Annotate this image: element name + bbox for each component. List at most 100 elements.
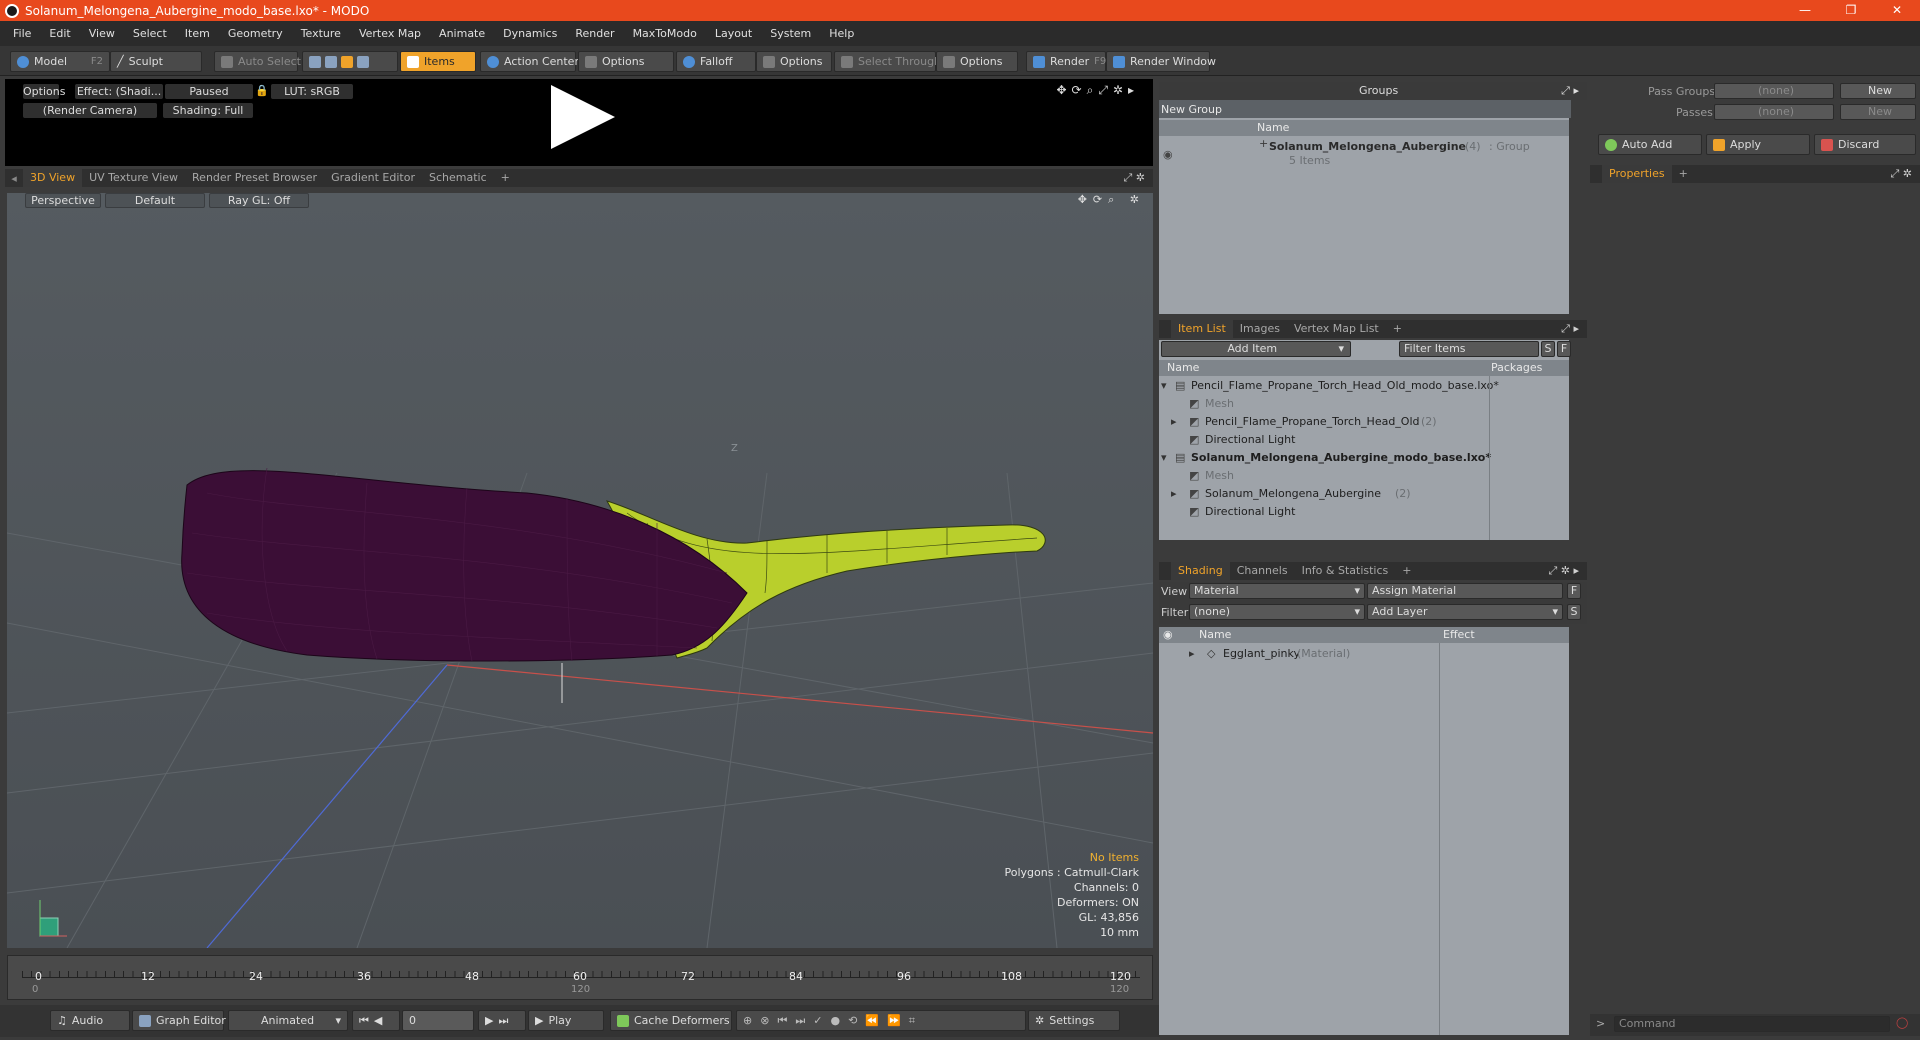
- minimize-icon[interactable]: —: [1782, 0, 1828, 21]
- raygl-dropdown[interactable]: Ray GL: Off: [209, 193, 309, 208]
- tab-images[interactable]: Images: [1233, 320, 1287, 338]
- prev-key-icon[interactable]: ⏮: [777, 1014, 787, 1028]
- filter-s-button[interactable]: S: [1541, 341, 1555, 357]
- itemlist-expand-icon[interactable]: ⤢ ▸: [1561, 322, 1579, 336]
- select-through-button[interactable]: Select Through: [834, 51, 941, 72]
- audio-button[interactable]: ♫ Audio: [50, 1010, 130, 1031]
- effect-dropdown[interactable]: Effect: (Shadi...: [75, 84, 163, 99]
- apply-button[interactable]: Apply: [1706, 134, 1810, 155]
- 3d-viewport[interactable]: Z Perspective Default Ray GL: Off ✥⟳⌕ ✲ …: [7, 193, 1153, 948]
- action-center-button[interactable]: Action Center: [480, 51, 579, 72]
- menu-select[interactable]: Select: [124, 27, 176, 40]
- settings-button[interactable]: ✲ Settings: [1028, 1010, 1120, 1031]
- sculpt-button[interactable]: ╱ Sculpt: [110, 51, 202, 72]
- viewport-settings-icon[interactable]: ⤢ ✲: [1123, 171, 1145, 185]
- new-group-button[interactable]: New Group: [1161, 103, 1222, 116]
- pass-groups-dropdown[interactable]: (none): [1714, 83, 1834, 99]
- polygons-mode-icon[interactable]: [341, 55, 353, 68]
- command-stop-icon[interactable]: ◯: [1896, 1016, 1908, 1029]
- render-camera-dropdown[interactable]: (Render Camera): [23, 103, 157, 118]
- tab-item-list[interactable]: Item List: [1171, 320, 1233, 338]
- render-button[interactable]: Render F9: [1026, 51, 1106, 72]
- add-item-dropdown[interactable]: Add Item ▾: [1161, 341, 1351, 357]
- action-center-options-button[interactable]: Options: [578, 51, 674, 72]
- groups-expand-icon[interactable]: ⤢ ▸: [1561, 84, 1579, 98]
- assign-material-button[interactable]: Assign Material: [1367, 583, 1563, 599]
- menu-view[interactable]: View: [80, 27, 124, 40]
- properties-expand-icon[interactable]: ⤢ ✲: [1890, 167, 1912, 181]
- menu-file[interactable]: File: [4, 27, 40, 40]
- lock-icon[interactable]: 🔒: [255, 84, 269, 97]
- discard-button[interactable]: Discard: [1814, 134, 1916, 155]
- lut-dropdown[interactable]: LUT: sRGB: [271, 84, 353, 99]
- menu-dynamics[interactable]: Dynamics: [494, 27, 566, 40]
- tab-channels[interactable]: Channels: [1230, 562, 1295, 580]
- view-dropdown[interactable]: Material ▾: [1189, 583, 1365, 599]
- tab-3d-view[interactable]: 3D View: [23, 169, 83, 187]
- animated-dropdown[interactable]: Animated ▾: [228, 1010, 348, 1031]
- default-style-dropdown[interactable]: Default: [105, 193, 205, 208]
- expand-arrow-icon[interactable]: ▸: [1171, 487, 1177, 500]
- graph-editor-button[interactable]: Graph Editor: [132, 1010, 226, 1031]
- falloff-button[interactable]: Falloff: [676, 51, 756, 72]
- list-item[interactable]: ▸ ◩ Pencil_Flame_Propane_Torch_Head_Old (2): [1159, 413, 1489, 431]
- auto-key-icon[interactable]: ✓: [813, 1014, 822, 1027]
- key-all-icon[interactable]: ⊗: [760, 1014, 769, 1027]
- loop-icon[interactable]: ⟲: [848, 1014, 857, 1027]
- expand-arrow-icon[interactable]: ▸: [1171, 415, 1177, 428]
- transport-prev-group[interactable]: ⏮ ◀: [352, 1010, 400, 1031]
- expand-arrow-icon[interactable]: ▾: [1161, 451, 1167, 464]
- items-mode-button[interactable]: Items: [400, 51, 476, 72]
- shading-dropdown[interactable]: Shading: Full: [163, 103, 253, 118]
- tab-properties[interactable]: Properties: [1602, 165, 1672, 183]
- menu-help[interactable]: Help: [820, 27, 863, 40]
- frame-input[interactable]: 0: [402, 1010, 474, 1031]
- list-item[interactable]: ◩ Directional Light: [1159, 431, 1489, 449]
- new-pass-button[interactable]: New: [1840, 104, 1916, 120]
- list-item[interactable]: ▸ ◩ Solanum_Melongena_Aubergine (2): [1159, 485, 1489, 503]
- tab-uv-texture-view[interactable]: UV Texture View: [82, 169, 185, 187]
- menu-vertex-map[interactable]: Vertex Map: [350, 27, 430, 40]
- command-input[interactable]: Command: [1614, 1016, 1890, 1032]
- add-tab-icon[interactable]: +: [494, 169, 517, 187]
- add-tab-icon[interactable]: +: [1395, 562, 1418, 580]
- edges-mode-icon[interactable]: [325, 55, 337, 68]
- tab-gradient-editor[interactable]: Gradient Editor: [324, 169, 422, 187]
- filter-dropdown[interactable]: (none) ▾: [1189, 604, 1365, 620]
- menu-render[interactable]: Render: [566, 27, 623, 40]
- play-icon[interactable]: [551, 85, 615, 149]
- tab-vertex-map-list[interactable]: Vertex Map List: [1287, 320, 1386, 338]
- first-frame-icon[interactable]: ⏮: [359, 1014, 369, 1028]
- jump-end-icon[interactable]: ⏩: [887, 1014, 901, 1027]
- new-pass-group-button[interactable]: New: [1840, 83, 1916, 99]
- shading-s-button[interactable]: S: [1567, 604, 1581, 620]
- preview-nav-icons[interactable]: ✥⟳⌕⤢✲▸: [1056, 83, 1139, 98]
- tab-schematic[interactable]: Schematic: [422, 169, 494, 187]
- menu-edit[interactable]: Edit: [40, 27, 79, 40]
- key-icon[interactable]: ⊕: [743, 1014, 752, 1027]
- paused-toggle[interactable]: Paused: [165, 84, 253, 99]
- next-frame-icon[interactable]: ▶: [485, 1014, 493, 1027]
- transport-next-group[interactable]: ▶ ⏭: [478, 1010, 526, 1031]
- record-icon[interactable]: ●: [830, 1014, 840, 1027]
- list-item[interactable]: ◩ Mesh: [1159, 395, 1489, 413]
- menu-layout[interactable]: Layout: [706, 27, 761, 40]
- list-item[interactable]: ◩ Mesh: [1159, 467, 1489, 485]
- material-row-name[interactable]: Egglant_pinky: [1223, 647, 1300, 660]
- model-button[interactable]: Model F2: [10, 51, 110, 72]
- render-window-button[interactable]: Render Window: [1106, 51, 1216, 72]
- materials-mode-icon[interactable]: [357, 55, 369, 68]
- add-tab-icon[interactable]: +: [1672, 165, 1695, 183]
- timeline[interactable]: 0 12 24 36 48 60 72 84 96 108 120 0 120 …: [7, 955, 1153, 1000]
- tab-info-statistics[interactable]: Info & Statistics: [1295, 562, 1396, 580]
- expand-arrow-icon[interactable]: ▾: [1161, 379, 1167, 392]
- filter-items-input[interactable]: Filter Items: [1399, 341, 1539, 357]
- visibility-eye-icon[interactable]: ◉: [1163, 627, 1173, 643]
- add-layer-dropdown[interactable]: Add Layer ▾: [1367, 604, 1563, 620]
- menu-system[interactable]: System: [761, 27, 820, 40]
- list-item[interactable]: ◩ Directional Light: [1159, 503, 1489, 521]
- tab-render-preset-browser[interactable]: Render Preset Browser: [185, 169, 324, 187]
- perspective-dropdown[interactable]: Perspective: [25, 193, 101, 208]
- viewport-nav-icons[interactable]: ✥⟳⌕ ✲: [1078, 193, 1145, 209]
- falloff-options-button[interactable]: Options: [756, 51, 832, 72]
